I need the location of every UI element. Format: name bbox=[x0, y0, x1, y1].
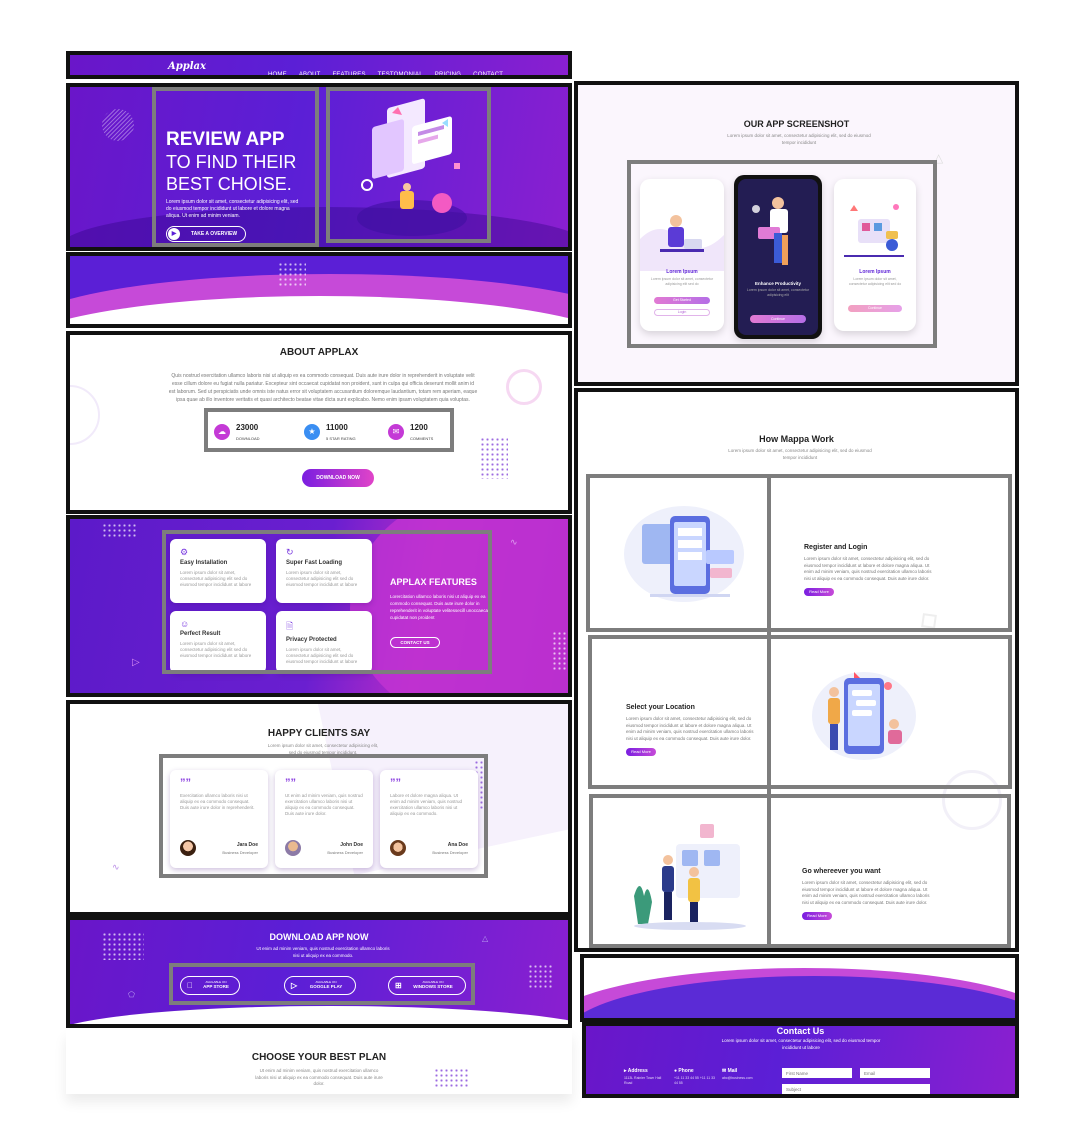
phone-label: Phone bbox=[678, 1068, 694, 1074]
user-icon: ● bbox=[674, 1068, 678, 1074]
hero-image-highlight bbox=[326, 87, 491, 243]
dot-pattern bbox=[278, 262, 306, 288]
contact-subtitle: Lorem ipsum dolor sit amet, consectetur … bbox=[721, 1038, 881, 1050]
pricing-section: CHOOSE YOUR BEST PLAN Ut enim ad minim v… bbox=[66, 1030, 572, 1094]
step1-highlight bbox=[586, 474, 1012, 632]
mail-icon: ✉ bbox=[722, 1068, 727, 1074]
pricing-subtitle: Ut enim ad minim veniam, quis nostrud ex… bbox=[255, 1068, 383, 1086]
contact-mail: ✉ Mail abc@business.com bbox=[722, 1068, 766, 1081]
bottom-wave bbox=[70, 1006, 568, 1024]
squiggle-icon: ∿ bbox=[112, 862, 120, 872]
main-nav: HOME ABOUT FEATURES TESTOMONIAL PRICING CONTA… bbox=[256, 63, 503, 75]
nav-testimonial[interactable]: TESTOMONIAL bbox=[378, 72, 423, 75]
download-title: DOWNLOAD APP NOW bbox=[269, 932, 369, 942]
screenshots-title: OUR APP SCREENSHOT bbox=[743, 119, 850, 129]
header-section: Applax HOME ABOUT FEATURES TESTOMONIAL PRICI… bbox=[66, 51, 572, 79]
how-title: How Mappa Work bbox=[759, 434, 834, 444]
decor-ring-left bbox=[70, 385, 100, 445]
nav-pricing[interactable]: PRICING bbox=[435, 72, 461, 75]
step2-highlight bbox=[588, 635, 1012, 789]
email-field[interactable] bbox=[860, 1068, 930, 1078]
stats-highlight bbox=[204, 408, 454, 452]
first-name-field[interactable] bbox=[782, 1068, 852, 1078]
nav-contact[interactable]: CONTACT bbox=[473, 72, 503, 75]
dot-pattern-right bbox=[552, 631, 568, 671]
contact-address: ▸ Address 1113L Rainier Town Hall Road bbox=[624, 1068, 668, 1086]
dot-pattern-right bbox=[528, 964, 552, 990]
testimonials-highlight bbox=[159, 754, 488, 878]
screenshots-subtitle: Lorem ipsum dolor sit amet, consectetur … bbox=[727, 133, 871, 145]
phone-label-row: ● Phone bbox=[674, 1068, 718, 1074]
right-wave-section bbox=[580, 954, 1019, 1022]
pricing-title: CHOOSE YOUR BEST PLAN bbox=[251, 1052, 387, 1063]
subject-field[interactable] bbox=[782, 1084, 930, 1094]
how-subtitle: Lorem ipsum dolor sit amet, consectetur … bbox=[728, 448, 872, 460]
address-label-row: ▸ Address bbox=[624, 1068, 668, 1074]
download-buttons-highlight bbox=[169, 963, 475, 1005]
screenshots-highlight bbox=[627, 160, 937, 348]
about-body: Quis nostrud exercitation ullamco labori… bbox=[168, 373, 478, 403]
testimonials-title: HAPPY CLIENTS SAY bbox=[267, 728, 371, 739]
contact-section: Contact Us Lorem ipsum dolor sit amet, c… bbox=[582, 1022, 1019, 1098]
dot-pattern bbox=[102, 523, 138, 537]
step3-highlight bbox=[589, 794, 1011, 948]
features-highlight bbox=[162, 530, 492, 674]
dot-pattern bbox=[480, 437, 508, 479]
hero-text-highlight bbox=[152, 87, 319, 247]
phone-value: +11 11 33 44 55 +11 11 33 44 55 bbox=[674, 1076, 716, 1085]
decor-ring bbox=[506, 369, 542, 405]
contact-title: Contact Us bbox=[776, 1026, 825, 1036]
nav-features[interactable]: FEATURES bbox=[332, 72, 365, 75]
map-icon: ▸ bbox=[624, 1068, 627, 1074]
hero-bottom-wave bbox=[70, 207, 568, 247]
nav-home[interactable]: HOME bbox=[268, 72, 287, 75]
logo[interactable]: Applax bbox=[168, 61, 206, 72]
pentagon-outline-icon: ⬠ bbox=[128, 990, 135, 999]
step-divider bbox=[767, 476, 771, 946]
nav-about[interactable]: ABOUT bbox=[299, 72, 321, 75]
mail-label-row: ✉ Mail bbox=[722, 1068, 766, 1074]
mail-label: Mail bbox=[727, 1068, 738, 1074]
hero-section: REVIEW APP TO FIND THEIR BEST CHOISE. Lo… bbox=[66, 83, 572, 251]
contact-phone: ● Phone +11 11 33 44 55 +11 11 33 44 55 bbox=[674, 1068, 718, 1086]
address-value: 1113L Rainier Town Hall Road bbox=[624, 1076, 662, 1085]
mail-value: abc@business.com bbox=[722, 1076, 753, 1080]
decorative-circle bbox=[102, 109, 134, 141]
address-label: Address bbox=[627, 1068, 648, 1074]
download-subtitle: Ut enim ad minim veniam, quis nostrud ex… bbox=[256, 946, 390, 958]
about-title: ABOUT APPLAX bbox=[279, 347, 359, 358]
wave-section bbox=[66, 252, 572, 328]
wave-squiggle-icon: ∿ bbox=[510, 537, 518, 547]
download-now-button[interactable]: DOWNLOAD NOW bbox=[302, 469, 374, 487]
dot-pattern bbox=[434, 1068, 470, 1088]
triangle-icon: ▷ bbox=[132, 657, 140, 668]
